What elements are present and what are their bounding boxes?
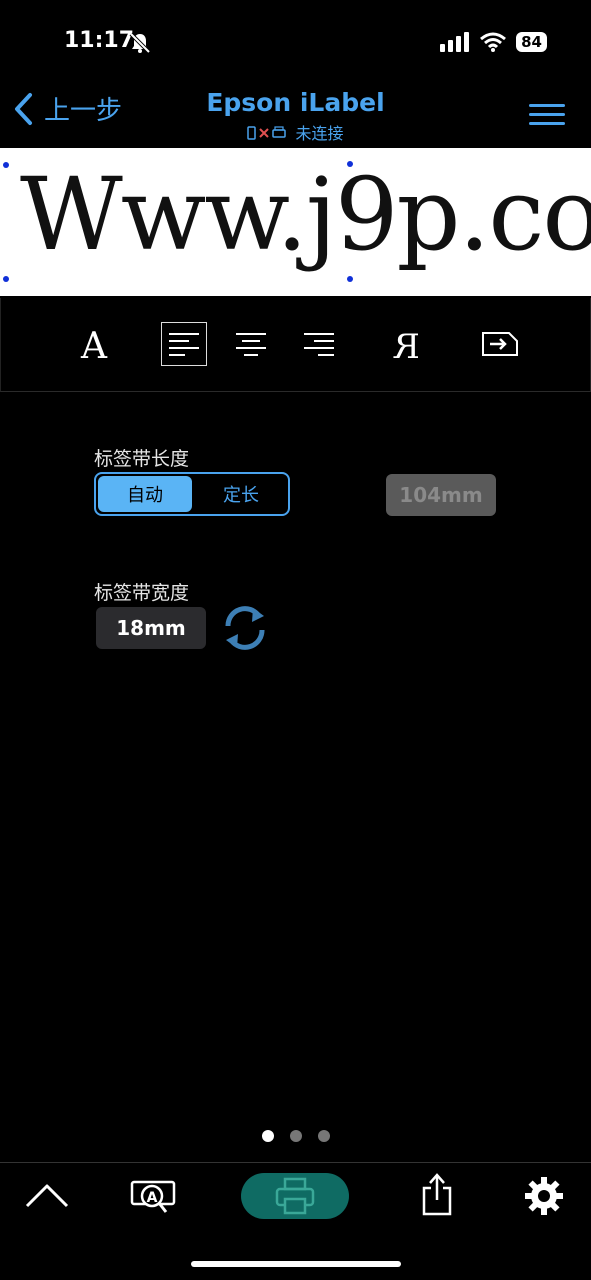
frame-icon xyxy=(482,332,518,356)
tape-length-label: 标签带长度 xyxy=(94,448,190,470)
share-icon[interactable] xyxy=(420,1172,454,1216)
mute-bell-icon xyxy=(129,32,151,54)
svg-text:R: R xyxy=(393,327,420,362)
selection-handle-bottom-right[interactable] xyxy=(347,276,353,282)
font-button[interactable]: A xyxy=(69,322,119,366)
align-center-icon xyxy=(236,333,266,356)
auto-length-option[interactable]: 自动 xyxy=(98,476,192,512)
selection-handle-top-left[interactable] xyxy=(3,162,9,168)
print-icon xyxy=(275,1177,315,1215)
battery-level: 84 xyxy=(516,32,547,52)
tape-length-value: 104mm xyxy=(386,474,496,516)
refresh-icon[interactable] xyxy=(220,604,270,652)
selection-handle-top-right[interactable] xyxy=(347,161,353,167)
status-indicators: 84 xyxy=(440,32,547,52)
svg-text:A: A xyxy=(80,326,108,362)
page-indicator xyxy=(0,1130,591,1142)
svg-text:A: A xyxy=(147,1190,158,1206)
home-indicator[interactable] xyxy=(191,1261,401,1267)
connection-status: 未连接 xyxy=(0,120,591,144)
connection-status-text: 未连接 xyxy=(295,124,344,143)
label-text[interactable]: Www.j9p.co xyxy=(20,156,591,273)
mirror-text-icon: R xyxy=(393,327,420,362)
preview-search-icon[interactable]: A xyxy=(130,1176,176,1216)
settings-icon[interactable] xyxy=(524,1176,564,1216)
page-dot-3[interactable] xyxy=(317,1130,330,1142)
printer-disconnected-icon xyxy=(247,126,287,140)
print-button[interactable] xyxy=(241,1173,349,1219)
align-left-button[interactable] xyxy=(161,322,207,366)
align-center-button[interactable] xyxy=(231,322,271,366)
label-preview[interactable]: Www.j9p.co xyxy=(0,148,591,296)
format-toolbar: A R xyxy=(0,298,591,392)
frame-button[interactable] xyxy=(479,322,521,366)
font-icon: A xyxy=(80,326,108,362)
fixed-length-option[interactable]: 定长 xyxy=(194,474,288,514)
status-time: 11:17 xyxy=(64,28,135,53)
tape-width-value: 18mm xyxy=(96,607,206,649)
app-title: Epson iLabel xyxy=(206,88,385,117)
tape-length-mode-segment[interactable]: 自动 定长 xyxy=(94,472,290,516)
menu-icon[interactable] xyxy=(529,104,565,131)
tape-width-label: 标签带宽度 xyxy=(94,582,190,604)
selection-handle-bottom-left[interactable] xyxy=(3,276,9,282)
page-dot-2[interactable] xyxy=(289,1130,302,1142)
page-dot-1[interactable] xyxy=(261,1130,274,1142)
align-right-button[interactable] xyxy=(299,322,339,366)
align-left-icon xyxy=(169,333,199,356)
wifi-icon xyxy=(480,32,507,52)
mirror-text-button[interactable]: R xyxy=(385,322,429,366)
collapse-icon[interactable] xyxy=(24,1180,70,1210)
align-right-icon xyxy=(304,333,334,356)
cellular-signal-icon xyxy=(440,32,470,52)
